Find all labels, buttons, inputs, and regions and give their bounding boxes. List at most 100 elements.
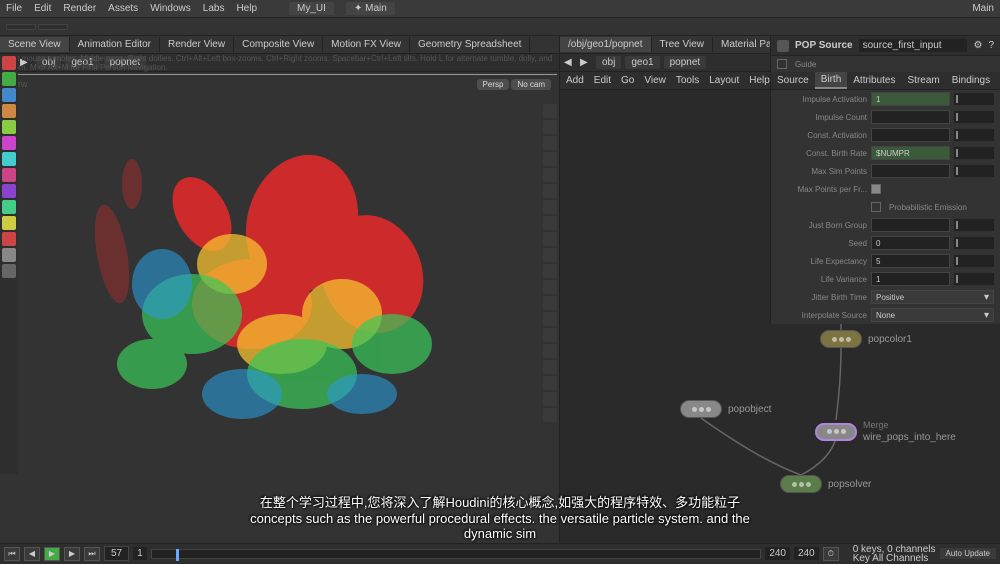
param-node-name[interactable]: source_first_input	[859, 39, 968, 52]
timeline-first-icon[interactable]: ⏮	[4, 547, 20, 561]
param-field[interactable]	[871, 110, 950, 124]
menu-windows[interactable]: Windows	[150, 3, 191, 14]
net-tools[interactable]: Tools	[676, 75, 699, 86]
node-popcolor1[interactable]: popcolor1	[820, 330, 912, 348]
shelf-tool-icon[interactable]	[2, 200, 16, 214]
param-field[interactable]: 5	[871, 254, 950, 268]
menu-file[interactable]: File	[6, 3, 22, 14]
slider[interactable]	[954, 255, 994, 267]
tab-geometry-spreadsheet[interactable]: Geometry Spreadsheet	[410, 37, 530, 52]
timeline-play-icon[interactable]: ▶	[44, 547, 60, 561]
disp-toggle-icon[interactable]	[543, 168, 557, 182]
disp-toggle-icon[interactable]	[543, 264, 557, 278]
persp-button[interactable]: Persp	[477, 79, 510, 90]
menu-assets[interactable]: Assets	[108, 3, 138, 14]
disp-toggle-icon[interactable]	[543, 232, 557, 246]
timeline-next-icon[interactable]: ▶	[64, 547, 80, 561]
slider[interactable]	[954, 129, 994, 141]
tab-render-view[interactable]: Render View	[160, 37, 234, 52]
ptab-attributes[interactable]: Attributes	[847, 73, 901, 88]
tab-motionfx-view[interactable]: Motion FX View	[323, 37, 410, 52]
checkbox[interactable]	[871, 202, 881, 212]
disp-toggle-icon[interactable]	[543, 120, 557, 134]
net-edit[interactable]: Edit	[594, 75, 611, 86]
disp-toggle-icon[interactable]	[543, 280, 557, 294]
tab-animation-editor[interactable]: Animation Editor	[70, 37, 160, 52]
disp-toggle-icon[interactable]	[543, 104, 557, 118]
help-icon[interactable]: ?	[988, 40, 994, 51]
disp-toggle-icon[interactable]	[543, 376, 557, 390]
shelf-tool-icon[interactable]	[2, 88, 16, 102]
end-field[interactable]: 240	[765, 547, 790, 560]
tab-composite-view[interactable]: Composite View	[234, 37, 323, 52]
realtime-icon[interactable]: ⏱	[823, 547, 839, 561]
slider[interactable]	[954, 219, 994, 231]
gear-icon[interactable]: ⚙	[973, 40, 982, 51]
disp-toggle-icon[interactable]	[543, 216, 557, 230]
net-add[interactable]: Add	[566, 75, 584, 86]
disp-toggle-icon[interactable]	[543, 136, 557, 150]
param-field[interactable]	[871, 218, 950, 232]
tab-tree-view[interactable]: Tree View	[652, 37, 713, 52]
ptab-birth[interactable]: Birth	[815, 72, 848, 89]
shelf-tab[interactable]	[38, 24, 68, 30]
slider[interactable]	[954, 165, 994, 177]
net-view[interactable]: View	[644, 75, 666, 86]
start-field[interactable]: 1	[133, 547, 147, 560]
param-field[interactable]: 1	[871, 92, 950, 106]
tab-scene-view[interactable]: Scene View	[0, 37, 70, 52]
shelf-tool-icon[interactable]	[2, 120, 16, 134]
disp-toggle-icon[interactable]	[543, 200, 557, 214]
disp-toggle-icon[interactable]	[543, 408, 557, 422]
param-field[interactable]: 0	[871, 236, 950, 250]
timeline-last-icon[interactable]: ⏭	[84, 547, 100, 561]
shelf-tool-icon[interactable]	[2, 168, 16, 182]
fwd-icon[interactable]: ▶	[580, 57, 592, 69]
param-field[interactable]	[871, 128, 950, 142]
shelf-tool-icon[interactable]	[2, 152, 16, 166]
net-help[interactable]: Help	[749, 75, 770, 86]
timeline-prev-icon[interactable]: ◀	[24, 547, 40, 561]
main-label[interactable]: ✦ Main	[346, 2, 395, 15]
shelf-tool-icon[interactable]	[2, 72, 16, 86]
shelf-tab[interactable]	[6, 24, 36, 30]
dropdown[interactable]: Positive▾	[871, 290, 994, 304]
disp-toggle-icon[interactable]	[543, 344, 557, 358]
slider[interactable]	[954, 147, 994, 159]
menu-help[interactable]: Help	[236, 3, 257, 14]
disp-toggle-icon[interactable]	[543, 360, 557, 374]
param-field[interactable]	[871, 164, 950, 178]
guide-checkbox[interactable]	[777, 59, 787, 69]
main-right[interactable]: Main	[972, 3, 994, 14]
path-obj-r[interactable]: obj	[596, 56, 621, 69]
shelf-tool-icon[interactable]	[2, 136, 16, 150]
net-go[interactable]: Go	[621, 75, 634, 86]
auto-update-toggle[interactable]: Auto Update	[940, 548, 996, 559]
end2-field[interactable]: 240	[794, 547, 819, 560]
shelf-tool-icon[interactable]	[2, 264, 16, 278]
key-button[interactable]: Key All Channels	[853, 554, 936, 563]
disp-toggle-icon[interactable]	[543, 248, 557, 262]
slider[interactable]	[954, 237, 994, 249]
shelf-tool-icon[interactable]	[2, 216, 16, 230]
timeline-slider[interactable]	[151, 549, 762, 559]
frame-field[interactable]: 57	[104, 546, 129, 561]
shelf-tool-icon[interactable]	[2, 232, 16, 246]
slider[interactable]	[954, 273, 994, 285]
disp-toggle-icon[interactable]	[543, 392, 557, 406]
path-popnet-r[interactable]: popnet	[664, 56, 707, 69]
menu-labs[interactable]: Labs	[203, 3, 225, 14]
net-layout[interactable]: Layout	[709, 75, 739, 86]
ptab-source[interactable]: Source	[771, 73, 815, 88]
shelf-tool-icon[interactable]	[2, 104, 16, 118]
shelf-tool-icon[interactable]	[2, 56, 16, 70]
slider[interactable]	[954, 111, 994, 123]
ptab-stream[interactable]: Stream	[902, 73, 946, 88]
tab-network[interactable]: /obj/geo1/popnet	[560, 37, 652, 52]
disp-toggle-icon[interactable]	[543, 328, 557, 342]
dropdown[interactable]: None▾	[871, 308, 994, 322]
shelf-tool-icon[interactable]	[2, 184, 16, 198]
disp-toggle-icon[interactable]	[543, 152, 557, 166]
disp-toggle-icon[interactable]	[543, 184, 557, 198]
disp-toggle-icon[interactable]	[543, 312, 557, 326]
